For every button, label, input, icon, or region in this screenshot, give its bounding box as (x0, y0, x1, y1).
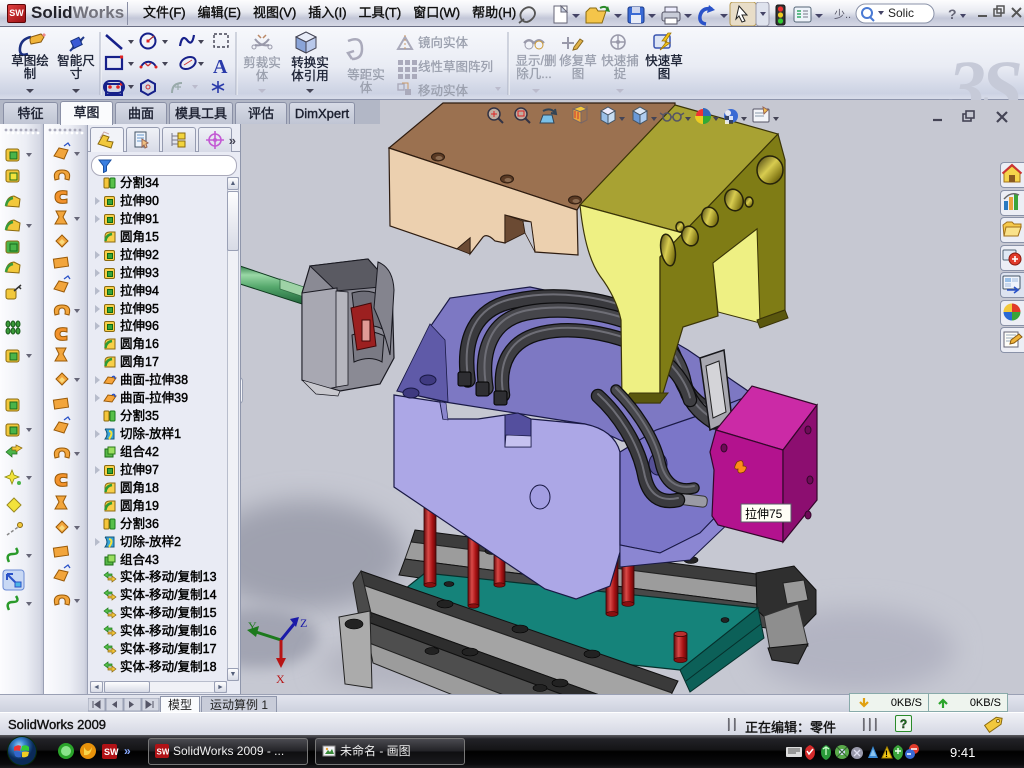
svg-text:除几...: 除几... (516, 66, 551, 81)
svg-text:拉伸75: 拉伸75 (745, 506, 783, 521)
svg-text:Solic: Solic (888, 6, 914, 20)
svg-text:快速捕: 快速捕 (601, 53, 639, 68)
svg-text:捉: 捉 (614, 66, 627, 81)
svg-text:少..: 少.. (834, 8, 851, 21)
svg-text:制: 制 (24, 67, 37, 81)
svg-text:SW: SW (104, 747, 119, 757)
svg-text:»: » (124, 744, 131, 758)
svg-text:显示/删: 显示/删 (516, 54, 557, 68)
svg-text:Z: Z (300, 616, 307, 630)
svg-text:体: 体 (360, 81, 373, 95)
svg-text:SW: SW (157, 748, 170, 757)
svg-text:!: ! (885, 749, 888, 759)
svg-text:镜向实体: 镜向实体 (418, 35, 469, 50)
svg-text:移动实体: 移动实体 (418, 83, 469, 98)
svg-text:快速草: 快速草 (645, 54, 683, 68)
svg-text:图: 图 (658, 67, 671, 81)
svg-text:体引用: 体引用 (291, 69, 329, 83)
svg-text:等距实: 等距实 (347, 67, 385, 82)
svg-text:转换实: 转换实 (291, 55, 329, 70)
svg-text:剪裁实: 剪裁实 (243, 55, 281, 70)
svg-text:?: ? (948, 6, 957, 22)
svg-text:智能尺: 智能尺 (57, 53, 95, 68)
svg-text:Y: Y (248, 619, 257, 633)
svg-text:线性草图阵列: 线性草图阵列 (418, 60, 493, 74)
svg-text:X: X (276, 672, 285, 686)
svg-text:草图绘: 草图绘 (11, 53, 49, 68)
svg-text:A: A (213, 56, 228, 78)
svg-text:寸: 寸 (70, 67, 83, 81)
svg-text:修复草: 修复草 (559, 53, 597, 68)
svg-text:体: 体 (256, 69, 269, 83)
svg-text:图: 图 (572, 67, 585, 81)
